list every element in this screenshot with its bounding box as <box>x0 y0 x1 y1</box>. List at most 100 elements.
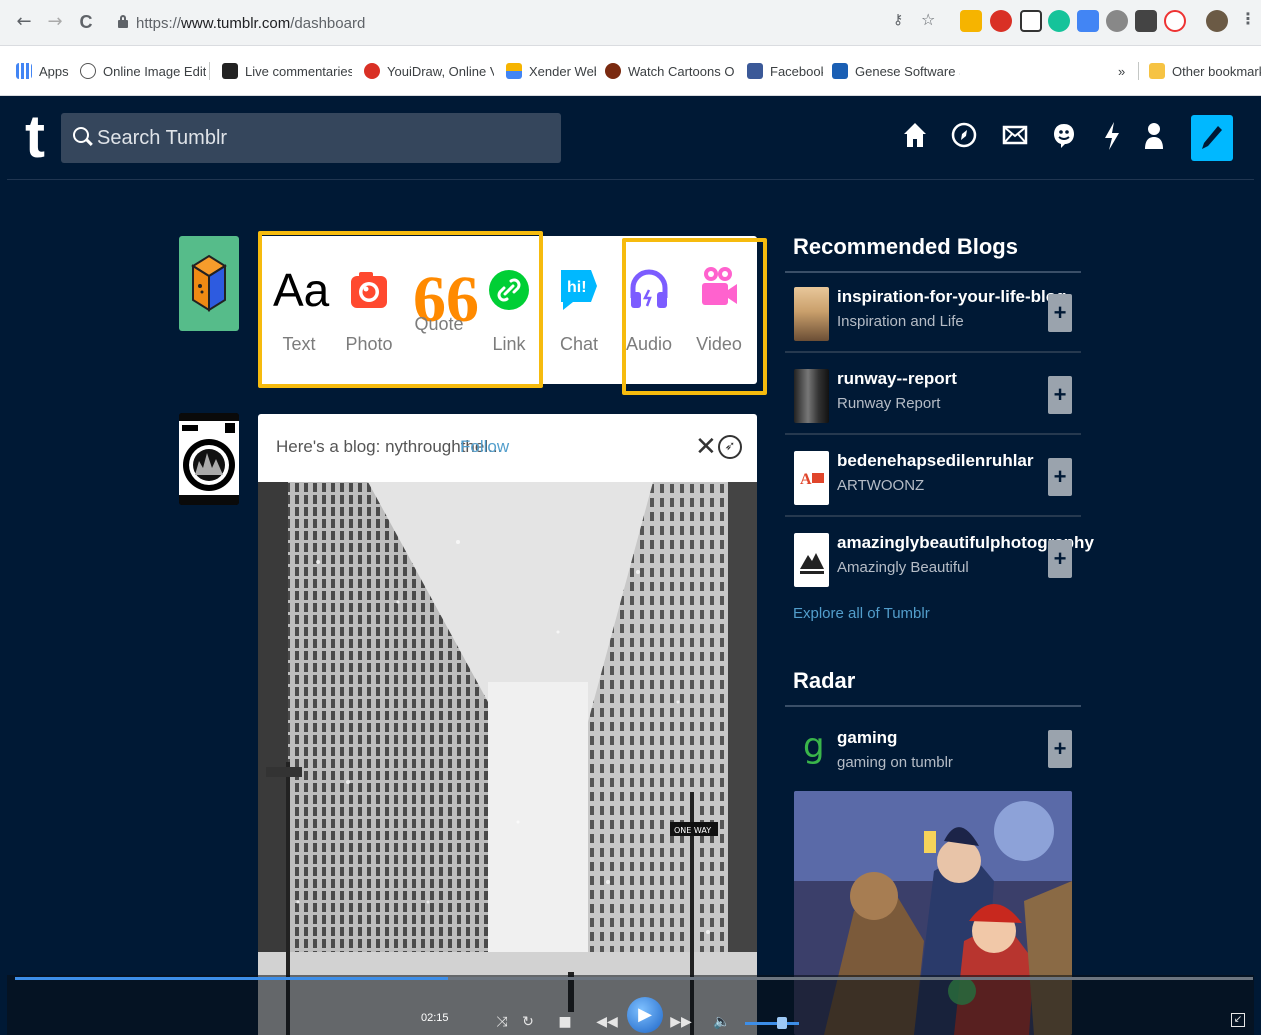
recommended-blog-row[interactable]: runway--report Runway Report + <box>785 355 1081 435</box>
previous-icon[interactable]: ◀◀ <box>593 1011 621 1033</box>
messaging-smiley-icon[interactable] <box>1049 121 1079 155</box>
facebook-icon <box>747 63 763 79</box>
blog-avatar[interactable] <box>794 369 829 423</box>
dismiss-close-icon[interactable]: ✕ <box>695 432 717 462</box>
search-placeholder: Search Tumblr <box>97 127 228 149</box>
blog-title: ARTWOONZ <box>837 477 925 494</box>
stop-icon[interactable]: ■ <box>555 1011 575 1033</box>
forward-button[interactable]: → <box>44 11 66 33</box>
grammarly-icon[interactable] <box>1048 10 1070 32</box>
blog-avatar[interactable]: A <box>794 451 829 505</box>
compose-pencil-button[interactable] <box>1191 115 1233 161</box>
chat-bubble-icon: hi! <box>553 260 605 320</box>
blog-avatar[interactable] <box>794 287 829 341</box>
bookmark-genese-software[interactable]: Genese Software Sol <box>832 61 960 81</box>
blog-name[interactable]: bedenehapsedilenruhlar <box>837 451 1034 471</box>
url-host: www.tumblr.com <box>181 15 291 32</box>
gaming-blog-avatar[interactable]: g <box>803 726 825 766</box>
switch-to-full-view-icon[interactable]: ↙ <box>1231 1013 1245 1027</box>
post-type-label: Video <box>696 334 742 354</box>
follow-plus-button[interactable]: + <box>1048 730 1072 768</box>
search-input[interactable]: Search Tumblr <box>61 113 561 163</box>
reload-button[interactable]: C <box>75 11 97 33</box>
blog-name[interactable]: runway--report <box>837 369 957 389</box>
blog-name[interactable]: gaming <box>837 728 897 748</box>
extension-icon[interactable] <box>1106 10 1128 32</box>
follow-plus-button[interactable]: + <box>1048 458 1072 496</box>
repeat-icon[interactable]: ↻ <box>518 1011 538 1033</box>
bookmark-watch-cartoons[interactable]: Watch Cartoons Onli <box>605 61 735 81</box>
volume-icon[interactable]: 🔈 <box>712 1011 732 1033</box>
home-icon[interactable] <box>900 121 930 155</box>
post-quote-button[interactable]: 66 Quote <box>404 260 479 370</box>
activity-lightning-icon[interactable] <box>1097 121 1127 155</box>
genese-icon <box>832 63 848 79</box>
recommended-blog-row[interactable]: inspiration-for-your-life-blog Inspirati… <box>785 273 1081 353</box>
snowy-city-photo[interactable]: ONE WAY <box>258 482 757 1035</box>
xender-icon <box>506 63 522 79</box>
youidraw-icon <box>364 63 380 79</box>
back-button[interactable]: ← <box>13 11 35 33</box>
url-path: /dashboard <box>290 15 366 32</box>
user-avatar[interactable] <box>179 236 239 331</box>
post-video-button[interactable]: Video <box>684 260 754 370</box>
follow-plus-button[interactable]: + <box>1048 294 1072 332</box>
extension-icon[interactable] <box>990 10 1012 32</box>
lock-icon <box>118 15 128 28</box>
other-bookmarks-folder[interactable]: Other bookmarks <box>1149 61 1261 81</box>
blog-avatar-camera[interactable] <box>179 413 239 505</box>
bookmark-facebook[interactable]: Facebook <box>747 61 823 81</box>
divider <box>785 705 1081 707</box>
radar-blog-row[interactable]: g gaming gaming on tumblr + <box>785 708 1081 788</box>
tumblr-header: t Search Tumblr <box>7 97 1254 180</box>
bookmark-xender-web[interactable]: Xender Web <box>506 61 596 81</box>
explore-all-link[interactable]: Explore all of Tumblr <box>793 605 930 622</box>
tumblr-logo[interactable]: t <box>25 107 45 167</box>
bookmark-live-commentaries[interactable]: Live commentaries o <box>222 61 352 81</box>
shuffle-icon[interactable]: ⤨ <box>492 1011 512 1033</box>
post-link-button[interactable]: Link <box>474 260 544 370</box>
key-icon[interactable]: ⚷ <box>893 12 903 28</box>
next-icon[interactable]: ▶▶ <box>667 1011 695 1033</box>
bookmark-label: Apps <box>39 63 69 79</box>
account-user-icon[interactable] <box>1139 121 1169 155</box>
bookmark-online-image-editor[interactable]: Online Image Editor <box>80 61 206 81</box>
follow-button[interactable]: Follow <box>460 437 509 457</box>
bookmark-apps[interactable]: Apps <box>16 61 76 81</box>
volume-slider[interactable] <box>745 1022 799 1025</box>
volume-slider-handle[interactable] <box>777 1017 787 1029</box>
bookmark-label: YouiDraw, Online Ve <box>387 63 494 79</box>
extension-icon[interactable] <box>1020 10 1042 32</box>
post-chat-button[interactable]: hi! Chat <box>544 260 614 370</box>
seek-progress[interactable] <box>15 977 448 980</box>
forward-icon: → <box>47 11 63 32</box>
blog-name[interactable]: inspiration-for-your-life-blog <box>837 287 1066 307</box>
blog-avatar[interactable] <box>794 533 829 587</box>
bookmark-label: Facebook <box>770 63 823 79</box>
compass-icon[interactable]: ➶ <box>718 435 742 459</box>
follow-plus-button[interactable]: + <box>1048 540 1072 578</box>
post-text-button[interactable]: Aa Text <box>264 260 334 370</box>
address-bar[interactable]: https://www.tumblr.com/dashboard <box>106 7 951 39</box>
explore-compass-icon[interactable] <box>949 121 979 155</box>
follow-plus-button[interactable]: + <box>1048 376 1072 414</box>
play-button[interactable]: ▶ <box>627 997 663 1033</box>
recommended-blogs-heading: Recommended Blogs <box>793 234 1018 259</box>
post-photo-button[interactable]: Photo <box>334 260 404 370</box>
bookmarks-bar: Apps Online Image Editor Live commentari… <box>0 46 1261 96</box>
bookmark-star-icon[interactable]: ☆ <box>921 10 935 29</box>
post-audio-button[interactable]: Audio <box>614 260 684 370</box>
inbox-envelope-icon[interactable] <box>1000 121 1030 155</box>
recommended-blog-row[interactable]: A bedenehapsedilenruhlar ARTWOONZ + <box>785 437 1081 517</box>
extension-icon[interactable] <box>1164 10 1186 32</box>
recommended-blog-row[interactable]: amazinglybeautifulphotography Amazingly … <box>785 519 1094 599</box>
browser-toolbar: ← → C https://www.tumblr.com/dashboard ⚷… <box>0 0 1261 46</box>
extension-icon[interactable] <box>1135 10 1157 32</box>
bookmarks-overflow-button[interactable]: » <box>1118 61 1132 81</box>
profile-avatar[interactable] <box>1206 10 1228 32</box>
post-type-label: Audio <box>625 334 673 354</box>
extension-icon[interactable] <box>960 10 982 32</box>
extension-icon[interactable] <box>1077 10 1099 32</box>
bookmark-youidraw[interactable]: YouiDraw, Online Ve <box>364 61 494 81</box>
menu-kebab-icon[interactable]: ⋮ <box>1240 9 1256 28</box>
